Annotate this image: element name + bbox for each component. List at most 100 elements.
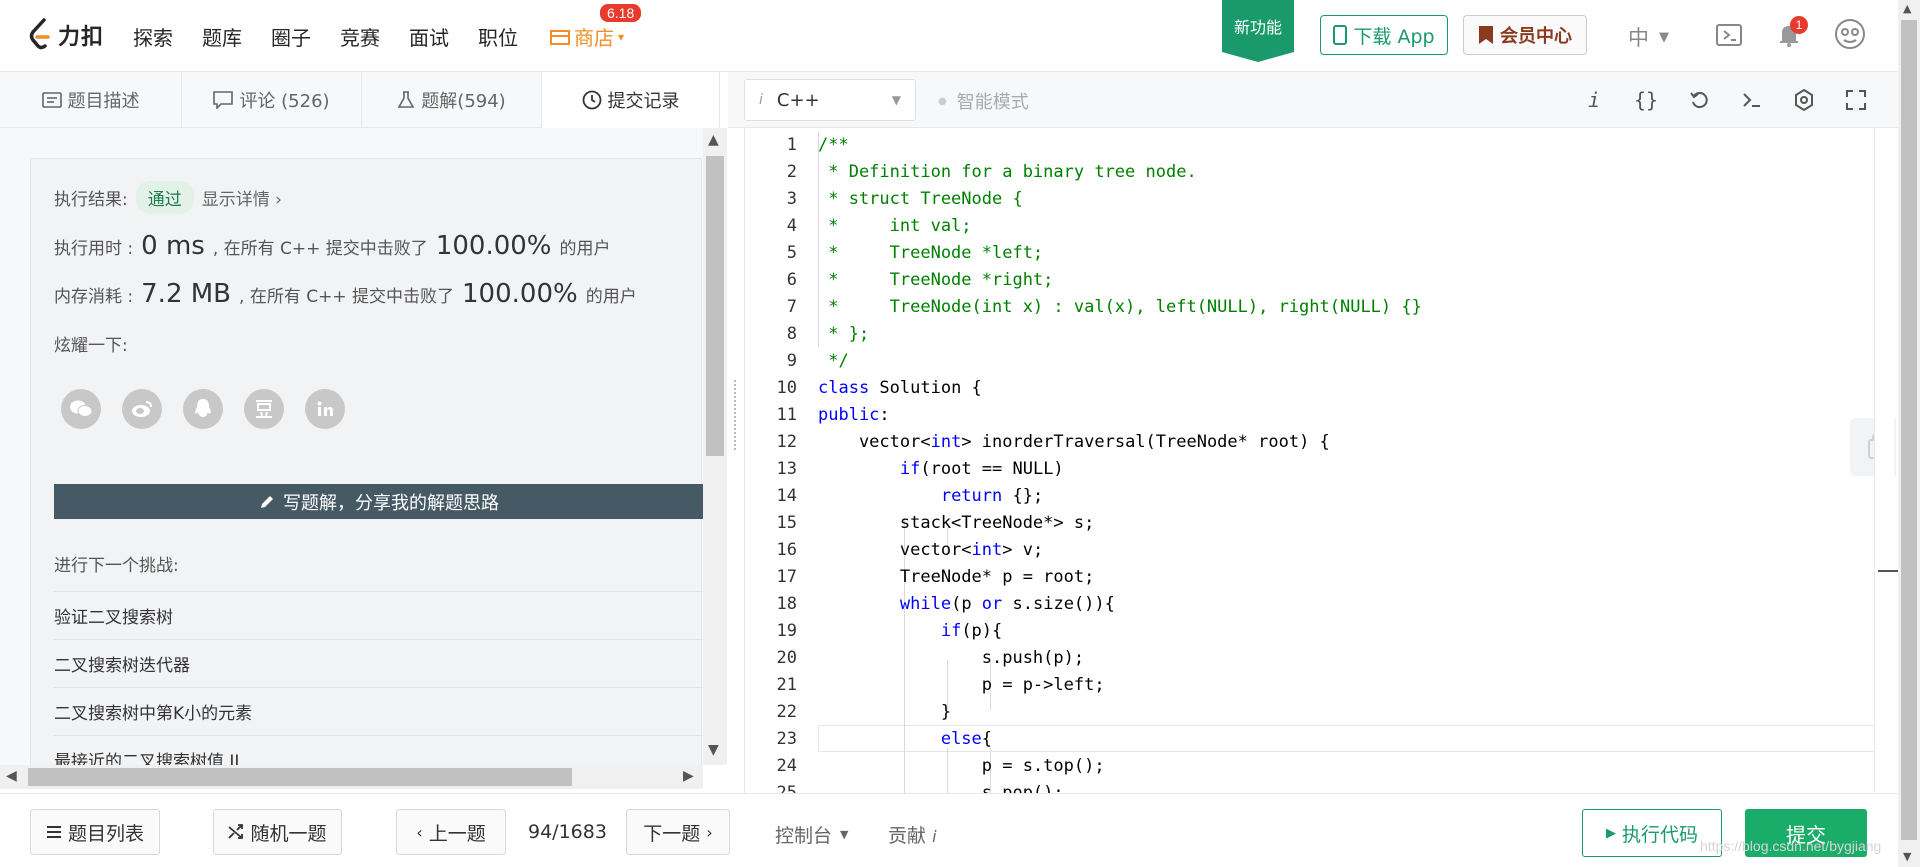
- info-icon: i: [932, 827, 937, 846]
- code-line[interactable]: if(p){: [818, 618, 1878, 645]
- problem-list-button[interactable]: 题目列表: [30, 809, 160, 855]
- bottom-toolbar: 题目列表 随机一题 ‹ 上一题 94/1683 下一题 › 控制台 ▼ 贡献 i…: [0, 793, 1920, 867]
- settings-icon[interactable]: [1790, 86, 1818, 114]
- language-value: C++: [776, 89, 820, 111]
- page-vertical-scrollbar[interactable]: ▲ ▼: [1898, 0, 1920, 867]
- code-line[interactable]: else{: [818, 726, 1878, 753]
- code-line[interactable]: public:: [818, 402, 1878, 429]
- scrollbar-thumb[interactable]: [28, 768, 572, 786]
- code-line[interactable]: s.push(p);: [818, 645, 1878, 672]
- nav-circle[interactable]: 圈子: [271, 22, 340, 51]
- code-line[interactable]: class Solution {: [818, 375, 1878, 402]
- code-content[interactable]: /** * Definition for a binary tree node.…: [818, 132, 1878, 793]
- code-line[interactable]: * };: [818, 321, 1878, 348]
- pencil-icon: [261, 495, 273, 508]
- avatar[interactable]: [1834, 18, 1866, 50]
- scroll-up-icon[interactable]: ▲: [708, 132, 719, 148]
- code-line[interactable]: * TreeNode(int x) : val(x), left(NULL), …: [818, 294, 1878, 321]
- code-editor[interactable]: 1 2 3 4 5 6 7 8 9 10 11 12 13 14 15 16 17 18 19 20 21 22 23 24 2…: [744, 128, 1896, 793]
- code-line[interactable]: if(root == NULL): [818, 456, 1878, 483]
- challenge-list: 验证二叉搜索树 二叉搜索树迭代器 二叉搜索树中第K小的元素 最接近的二叉搜索树值…: [54, 591, 704, 783]
- vip-center-button[interactable]: 会员中心: [1463, 15, 1587, 55]
- linkedin-icon[interactable]: [305, 389, 345, 429]
- code-line[interactable]: while(p or s.size()){: [818, 591, 1878, 618]
- write-solution-button[interactable]: 写题解，分享我的解题思路: [54, 484, 704, 519]
- code-line[interactable]: * struct TreeNode {: [818, 186, 1878, 213]
- random-problem-button[interactable]: 随机一题: [213, 809, 342, 855]
- code-line[interactable]: TreeNode* p = root;: [818, 564, 1878, 591]
- code-line[interactable]: */: [818, 348, 1878, 375]
- line-number: 10: [776, 378, 797, 398]
- code-line[interactable]: vector<int> v;: [818, 537, 1878, 564]
- scrollbar-thumb[interactable]: [1901, 20, 1917, 840]
- code-line[interactable]: vector<int> inorderTraversal(TreeNode* r…: [818, 429, 1878, 456]
- format-code-icon[interactable]: {}: [1632, 86, 1660, 114]
- language-label: 中: [1628, 26, 1649, 50]
- next-problem-button[interactable]: 下一题 ›: [626, 809, 730, 855]
- panel-resizer[interactable]: [734, 380, 738, 450]
- list-item[interactable]: 二叉搜索树中第K小的元素: [54, 687, 704, 735]
- show-details-link[interactable]: 显示详情 ›: [202, 185, 282, 210]
- weibo-icon[interactable]: [122, 389, 162, 429]
- code-line[interactable]: s.pop();: [818, 780, 1878, 793]
- nav-problems[interactable]: 题库: [202, 22, 271, 51]
- left-vertical-scrollbar[interactable]: ▲ ▼: [703, 128, 727, 765]
- nav-jobs[interactable]: 职位: [478, 22, 547, 51]
- next-problem-label: 下一题: [643, 822, 701, 845]
- fullscreen-icon[interactable]: [1842, 86, 1870, 114]
- problem-tabs: 题目描述 评论 (526) 题解(594) 提交记录: [0, 72, 720, 128]
- result-row: 执行结果: 通过 显示详情 ›: [54, 181, 282, 214]
- nav-explore[interactable]: 探索: [133, 22, 202, 51]
- code-line[interactable]: * Definition for a binary tree node.: [818, 159, 1878, 186]
- line-number: 2: [786, 162, 797, 182]
- scrollbar-thumb[interactable]: [706, 156, 724, 456]
- console-toggle[interactable]: 控制台 ▼: [775, 821, 848, 848]
- editor-vertical-scrollbar[interactable]: [1874, 128, 1898, 793]
- code-line[interactable]: /**: [818, 132, 1878, 159]
- prev-problem-button[interactable]: ‹ 上一题: [396, 809, 506, 855]
- code-line[interactable]: }: [818, 699, 1878, 726]
- nav-contest[interactable]: 竞赛: [340, 22, 409, 51]
- console-label: 控制台: [775, 825, 833, 847]
- scroll-down-icon[interactable]: ▼: [708, 742, 719, 758]
- leetcode-logo[interactable]: 力扣: [28, 18, 104, 52]
- left-horizontal-scrollbar[interactable]: ◀ ▶: [0, 765, 703, 789]
- doc-icon: [41, 92, 62, 108]
- language-select[interactable]: i C++ ▼: [744, 79, 916, 121]
- wechat-icon[interactable]: [61, 389, 101, 429]
- playground-icon[interactable]: [1714, 20, 1744, 50]
- code-line[interactable]: * int val;: [818, 213, 1878, 240]
- reset-icon[interactable]: [1686, 86, 1714, 114]
- list-item[interactable]: 验证二叉搜索树: [54, 591, 704, 639]
- scroll-down-icon[interactable]: ▼: [1903, 850, 1911, 863]
- result-label: 执行结果:: [54, 190, 128, 210]
- contribute-link[interactable]: 贡献 i: [888, 821, 937, 848]
- scroll-left-icon[interactable]: ◀: [6, 768, 17, 784]
- qq-icon[interactable]: [183, 389, 223, 429]
- download-app-button[interactable]: 下载 App: [1320, 15, 1448, 55]
- code-line[interactable]: p = s.top();: [818, 753, 1878, 780]
- tab-submissions[interactable]: 提交记录: [542, 72, 720, 128]
- list-item[interactable]: 二叉搜索树迭代器: [54, 639, 704, 687]
- code-line[interactable]: p = p->left;: [818, 672, 1878, 699]
- new-feature-ribbon[interactable]: 新功能: [1222, 0, 1294, 62]
- editor-toolbar: i C++ ▼ ● 智能模式 i {}: [728, 72, 1898, 128]
- scroll-up-icon[interactable]: ▲: [1903, 2, 1911, 15]
- tab-comments[interactable]: 评论 (526): [182, 72, 362, 128]
- code-line[interactable]: * TreeNode *left;: [818, 240, 1878, 267]
- info-icon[interactable]: i: [1580, 86, 1608, 114]
- vip-center-label: 会员中心: [1500, 26, 1572, 47]
- douban-icon[interactable]: [244, 389, 284, 429]
- tab-solutions[interactable]: 题解(594): [362, 72, 542, 128]
- tab-description[interactable]: 题目描述: [0, 72, 182, 128]
- nav-interview[interactable]: 面试: [409, 22, 478, 51]
- nav-shop[interactable]: 商店 ▾: [550, 22, 624, 51]
- scroll-right-icon[interactable]: ▶: [683, 768, 694, 784]
- smart-mode-toggle[interactable]: ● 智能模式: [938, 88, 1029, 114]
- code-line[interactable]: stack<TreeNode*> s;: [818, 510, 1878, 537]
- code-line[interactable]: return {};: [818, 483, 1878, 510]
- terminal-icon[interactable]: [1738, 86, 1766, 114]
- code-line[interactable]: * TreeNode *right;: [818, 267, 1878, 294]
- language-switcher[interactable]: 中 ▼: [1628, 22, 1669, 52]
- line-number: 19: [776, 621, 797, 641]
